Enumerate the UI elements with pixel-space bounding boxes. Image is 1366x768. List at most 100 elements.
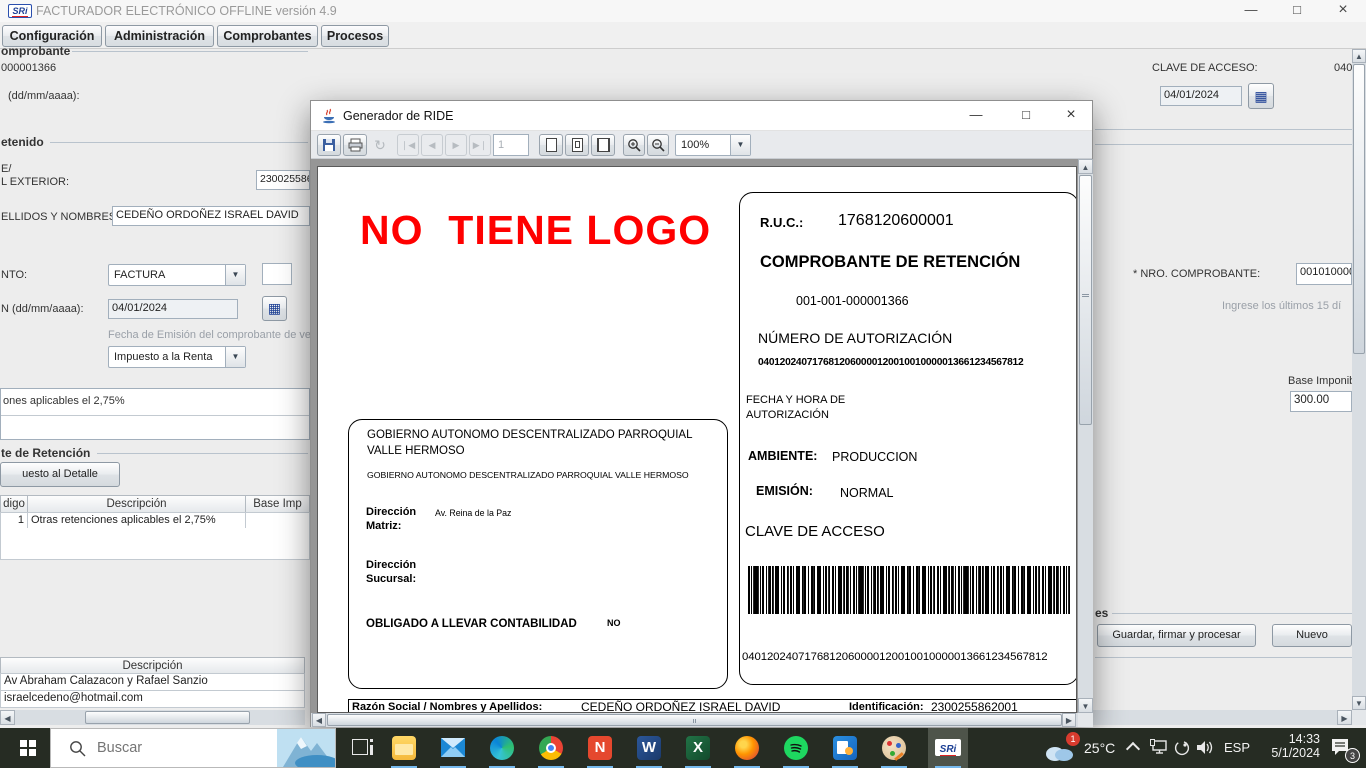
base-imponible-field[interactable]: 300.00 [1290, 391, 1352, 412]
teams-tray-item[interactable] [1174, 740, 1190, 761]
next-page-icon[interactable]: ▶ [445, 134, 467, 156]
calendar-icon[interactable]: ▦ [262, 296, 287, 321]
table-row[interactable] [245, 512, 310, 529]
taskbar-app-word[interactable]: W [629, 728, 669, 768]
dialog-close-button[interactable]: × [1051, 101, 1091, 131]
scroll-right-icon[interactable]: ▶ [1062, 713, 1076, 727]
taskbar-app-firefox[interactable] [727, 728, 767, 768]
fecha-field[interactable]: 04/01/2024 [108, 299, 238, 319]
emisor-nombre-comercial: GOBIERNO AUTONOMO DESCENTRALIZADO PARROQ… [367, 470, 723, 480]
sri-app-icon: SRi [8, 4, 32, 18]
dialog-maximize-button[interactable]: □ [1006, 101, 1046, 131]
language-indicator[interactable]: ESP [1224, 740, 1250, 755]
calendar-icon[interactable]: ▦ [1248, 83, 1274, 109]
network-tray-item[interactable] [1150, 739, 1168, 760]
scroll-right-icon[interactable]: ▶ [1337, 710, 1352, 725]
h-scrollbar-thumb[interactable] [85, 711, 250, 724]
volume-tray-item[interactable] [1196, 739, 1215, 761]
contabilidad-value: NO [607, 618, 621, 628]
scroll-left-icon[interactable]: ◀ [312, 713, 326, 727]
retencion-row-box[interactable]: ones aplicables el 2,75% [0, 388, 310, 440]
prev-page-icon[interactable]: ◀ [421, 134, 443, 156]
v-scrollbar-thumb[interactable] [1353, 64, 1365, 354]
task-view-button[interactable] [344, 728, 380, 768]
tray-expand-button[interactable] [1128, 744, 1138, 754]
list-item[interactable]: Av Abraham Calazacon y Rafael Sanzio [0, 673, 305, 691]
dialog-v-scrollbar-thumb[interactable] [1079, 175, 1092, 425]
pdf-viewer: NO TIENE LOGO GOBIERNO AUTONOMO DESCENTR… [311, 159, 1092, 713]
group-retenido-title: etenido [1, 135, 44, 149]
nombres-field[interactable]: CEDEÑO ORDOÑEZ ISRAEL DAVID [112, 206, 310, 226]
actual-size-icon[interactable] [539, 134, 563, 156]
id-field[interactable]: 2300255862001 [256, 170, 310, 190]
scroll-up-icon[interactable]: ▲ [1078, 159, 1093, 174]
chevron-down-icon[interactable]: ▼ [225, 347, 245, 367]
refresh-icon[interactable]: ↻ [369, 134, 391, 156]
chevron-down-icon[interactable]: ▼ [225, 265, 245, 285]
zoom-out-icon[interactable] [647, 134, 669, 156]
mail-icon [441, 738, 465, 757]
dialog-h-scrollbar-thumb[interactable] [327, 714, 1062, 726]
taskbar-app-mail[interactable] [433, 728, 473, 768]
weather-tray-widget[interactable]: 1 [1044, 734, 1078, 762]
taskbar-app-excel[interactable]: X [678, 728, 718, 768]
nuevo-button[interactable]: Nuevo [1272, 624, 1352, 647]
print-icon[interactable] [343, 134, 367, 156]
taskbar-app-edge[interactable] [482, 728, 522, 768]
dialog-minimize-button[interactable]: — [956, 101, 996, 131]
dialog-v-scrollbar[interactable]: ▲ ▼ [1078, 159, 1093, 713]
taskbar-app-nitro-pdf[interactable]: N [580, 728, 620, 768]
table-row[interactable]: 1 [0, 512, 28, 529]
agregar-impuesto-button[interactable]: uesto al Detalle [0, 462, 120, 487]
h-scrollbar-track[interactable]: ◀ [0, 710, 305, 725]
nro-comprobante-field[interactable]: 001010000 [1296, 263, 1352, 285]
table-row[interactable]: Otras retenciones aplicables el 2,75% [27, 512, 246, 529]
ambiente-value: PRODUCCION [832, 450, 917, 464]
zoom-level-combo[interactable]: 100% ▼ [675, 134, 751, 156]
search-input[interactable] [97, 735, 267, 761]
weather-image[interactable] [277, 729, 335, 767]
documento-combo[interactable]: FACTURA ▼ [108, 264, 246, 286]
taskbar-app-sri-active[interactable]: SRi [928, 728, 968, 768]
zoom-in-icon[interactable] [623, 134, 645, 156]
last-page-icon[interactable]: ▶❘ [469, 134, 491, 156]
taskbar-app-blue-app[interactable] [825, 728, 865, 768]
scroll-down-icon[interactable]: ▼ [1078, 698, 1093, 713]
save-icon[interactable] [317, 134, 341, 156]
close-button[interactable]: × [1326, 0, 1360, 22]
guardar-firmar-button[interactable]: Guardar, firmar y procesar [1097, 624, 1256, 647]
scroll-up-icon[interactable]: ▲ [1352, 49, 1366, 63]
fit-width-icon[interactable] [591, 134, 615, 156]
list-item[interactable]: israelcedeno@hotmail.com [0, 690, 305, 708]
search-box[interactable] [50, 728, 336, 768]
v-scrollbar-track[interactable]: ▲ ▼ [1352, 49, 1366, 710]
fecha-derecha-field[interactable]: 04/01/2024 [1160, 86, 1242, 106]
nro-comprobante-hint: Ingrese los últimos 15 dí [1222, 300, 1341, 312]
menu-comprobantes[interactable]: Comprobantes [217, 25, 318, 47]
fecha-emision-hint: Fecha de Emisión del comprobante de ve [108, 329, 311, 341]
taskbar-app-file-explorer[interactable] [384, 728, 424, 768]
notification-center-button[interactable]: 3 [1330, 737, 1356, 759]
menu-procesos[interactable]: Procesos [321, 25, 389, 47]
scroll-down-icon[interactable]: ▼ [1352, 696, 1366, 710]
impuesto-combo[interactable]: Impuesto a la Renta ▼ [108, 346, 246, 368]
taskbar-app-spotify[interactable] [776, 728, 816, 768]
page-number-input[interactable] [493, 134, 529, 156]
dialog-h-scrollbar[interactable]: ◀ ▶ [311, 713, 1078, 727]
menu-administracion[interactable]: Administración [105, 25, 214, 47]
razon-social-label: Razón Social / Nombres y Apellidos: [352, 701, 542, 713]
temperature-text[interactable]: 25°C [1084, 740, 1115, 756]
taskbar-app-paint[interactable] [874, 728, 914, 768]
fit-page-icon[interactable] [565, 134, 589, 156]
start-button[interactable] [8, 728, 48, 768]
chevron-down-icon[interactable]: ▼ [730, 135, 750, 155]
maximize-button[interactable]: □ [1280, 0, 1314, 22]
taskbar-app-chrome[interactable] [531, 728, 571, 768]
zoom-level-value: 100% [681, 139, 709, 151]
first-page-icon[interactable]: ❘◀ [397, 134, 419, 156]
h-scrollbar-track[interactable]: ▶ [1093, 710, 1352, 725]
porcentaje-field[interactable] [262, 263, 292, 285]
minimize-button[interactable]: — [1234, 0, 1268, 22]
clock[interactable]: 14:33 5/1/2024 [1254, 732, 1320, 760]
scroll-left-icon[interactable]: ◀ [0, 710, 15, 725]
